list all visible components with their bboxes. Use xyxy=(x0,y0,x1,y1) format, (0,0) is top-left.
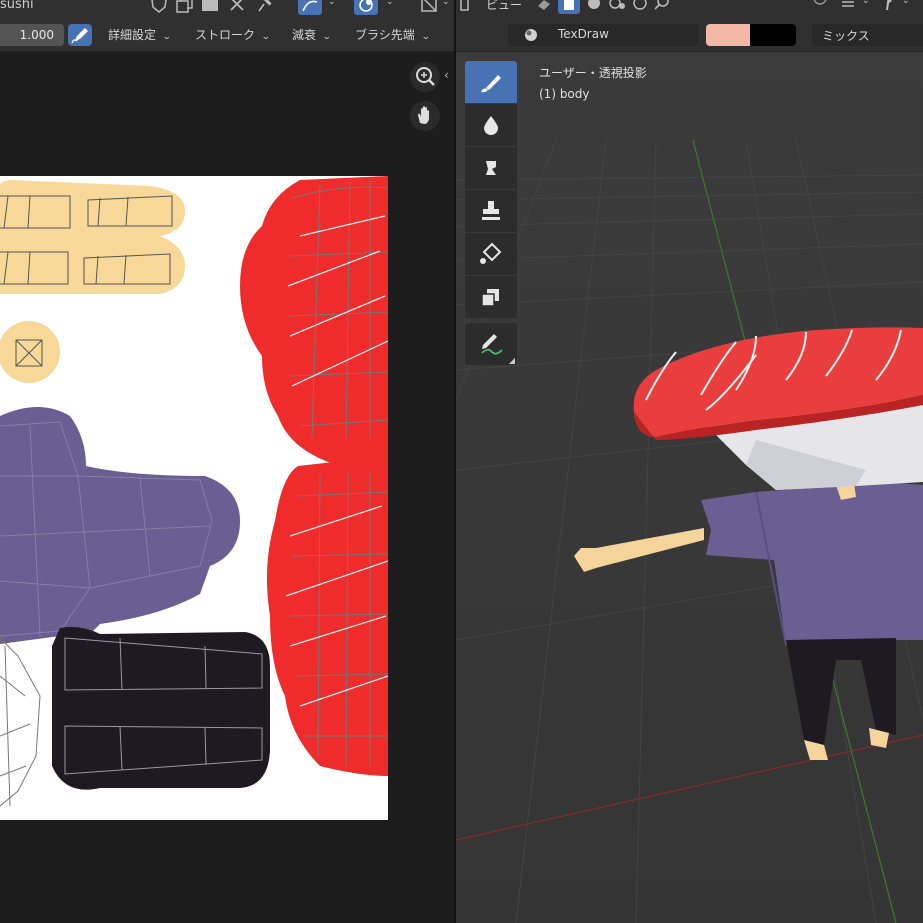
active-object-label: (1) body xyxy=(539,87,590,101)
zoom-button[interactable] xyxy=(410,62,440,92)
drop-icon xyxy=(484,116,498,135)
curve-icon xyxy=(302,0,318,12)
menu-label: ブラシ先端 xyxy=(355,28,415,42)
chevron-down-icon: ⌄ xyxy=(161,32,172,42)
pen-icon xyxy=(71,28,88,44)
face-select-icon xyxy=(564,0,574,10)
chevron-down-icon[interactable]: ⌄ xyxy=(328,0,336,7)
tool-clone[interactable] xyxy=(465,190,517,232)
secondary-color-swatch[interactable] xyxy=(750,24,796,46)
menu-label: 詳細設定 xyxy=(108,28,157,42)
overlay-icon xyxy=(359,0,373,12)
brush-name: TexDraw xyxy=(558,27,609,41)
sushi-character xyxy=(574,327,923,760)
list-icon[interactable] xyxy=(840,0,856,10)
chevron-down-icon: ⌄ xyxy=(260,32,271,42)
menu-advanced[interactable]: 詳細設定 ⌄ xyxy=(108,24,172,46)
brush-selector[interactable]: TexDraw xyxy=(508,24,698,46)
pressure-toggle[interactable] xyxy=(68,24,92,46)
viewport-header: ビュー ⌄ ⌄ xyxy=(456,0,923,19)
tool-mask[interactable] xyxy=(465,276,517,318)
menu-label: 減衰 xyxy=(292,28,317,42)
chevron-down-icon[interactable]: ⌄ xyxy=(862,0,870,6)
tool-soften[interactable] xyxy=(465,104,517,146)
menu-falloff[interactable]: 減衰 ⌄ xyxy=(292,24,332,46)
chevron-down-icon: ⌄ xyxy=(321,32,332,42)
brush-icon xyxy=(481,75,501,93)
chevron-down-icon[interactable]: ⌄ xyxy=(442,0,450,7)
gizmo-icon[interactable] xyxy=(608,0,628,12)
zoom-icon xyxy=(416,67,435,86)
bucket-icon xyxy=(480,242,502,264)
menu-brush-tip[interactable]: ブラシ先端 ⌄ xyxy=(355,24,431,46)
uv-shirt xyxy=(0,407,240,644)
object-icon[interactable] xyxy=(586,0,602,12)
face-select-button[interactable] xyxy=(558,0,580,14)
tool-draw[interactable] xyxy=(465,61,517,103)
view-perspective-label: ユーザー・透視投影 xyxy=(539,66,647,80)
uv-texture-canvas[interactable] xyxy=(0,176,388,820)
tool-settings-icon[interactable] xyxy=(880,0,896,12)
chevron-down-icon[interactable]: ⌄ xyxy=(386,0,394,7)
tool-fill[interactable] xyxy=(465,233,517,275)
smear-icon xyxy=(486,161,496,175)
menu-label: ストローク xyxy=(195,28,256,42)
tool-annotate[interactable]: ◢ xyxy=(465,323,517,365)
3d-viewport[interactable]: ビュー ⌄ ⌄ TexDraw ミックス ◢ ユーザー・透視投影 (1) bod… xyxy=(456,0,923,923)
menu-stroke[interactable]: ストローク ⌄ xyxy=(195,24,271,46)
uv-rice xyxy=(0,637,41,807)
display-mode-icon[interactable] xyxy=(420,0,438,14)
mask-icon xyxy=(481,289,499,307)
shield-icon[interactable] xyxy=(150,0,168,14)
viewport-scene xyxy=(456,139,923,923)
blend-mode-select[interactable]: ミックス xyxy=(812,24,923,46)
primary-color-swatch[interactable] xyxy=(706,24,750,46)
character-pants xyxy=(786,638,896,745)
paint-tool-shelf: ◢ xyxy=(463,57,519,367)
blend-mode-label: ミックス xyxy=(822,29,870,43)
overlay-button[interactable] xyxy=(354,0,378,15)
uv-arms xyxy=(0,180,185,294)
search-icon[interactable] xyxy=(654,0,670,12)
close-icon[interactable] xyxy=(228,0,246,14)
uv-pants xyxy=(52,626,270,790)
uv-head-patch xyxy=(0,321,60,383)
pin-icon[interactable] xyxy=(256,0,274,14)
globe-icon[interactable] xyxy=(632,0,648,12)
vertex-select-icon[interactable] xyxy=(536,0,552,12)
character-shirt xyxy=(701,482,923,650)
blender-window: sushi ⌄ ⌄ ⌄ 1.000 詳細設定 ⌄ ストローク ⌄ 減衰 ⌄ ブラシ先端… xyxy=(0,0,923,923)
folder-icon[interactable] xyxy=(201,0,219,14)
sidebar-toggle-icon[interactable]: ‹ xyxy=(444,68,449,82)
editor-type-icon[interactable] xyxy=(460,0,470,12)
image-name[interactable]: sushi xyxy=(0,0,34,12)
stamp-icon xyxy=(482,201,500,220)
view-menu[interactable]: ビュー xyxy=(486,0,522,13)
pan-button[interactable] xyxy=(410,101,440,131)
annotate-icon xyxy=(481,334,503,355)
brush-preview-icon xyxy=(525,29,537,41)
submenu-arrow-icon: ◢ xyxy=(508,356,515,365)
character-arm xyxy=(574,528,704,572)
uv-layout-drawing xyxy=(0,176,388,807)
image-editor-header: sushi ⌄ ⌄ ⌄ xyxy=(0,0,454,19)
chevron-down-icon: ⌄ xyxy=(420,32,431,42)
strength-field[interactable]: 1.000 xyxy=(0,24,64,46)
hand-icon xyxy=(418,106,429,124)
chevron-down-icon[interactable]: ⌄ xyxy=(902,0,910,6)
x-axis-line xyxy=(456,734,923,841)
character-foot xyxy=(804,740,828,760)
tool-smear[interactable] xyxy=(465,147,517,189)
shading-icon[interactable] xyxy=(812,0,828,8)
duplicate-icon[interactable] xyxy=(176,0,194,14)
image-editor: sushi ⌄ ⌄ ⌄ 1.000 詳細設定 ⌄ ストローク ⌄ 減衰 ⌄ ブラシ先端… xyxy=(0,0,454,923)
uv-sync-button[interactable] xyxy=(298,0,322,15)
